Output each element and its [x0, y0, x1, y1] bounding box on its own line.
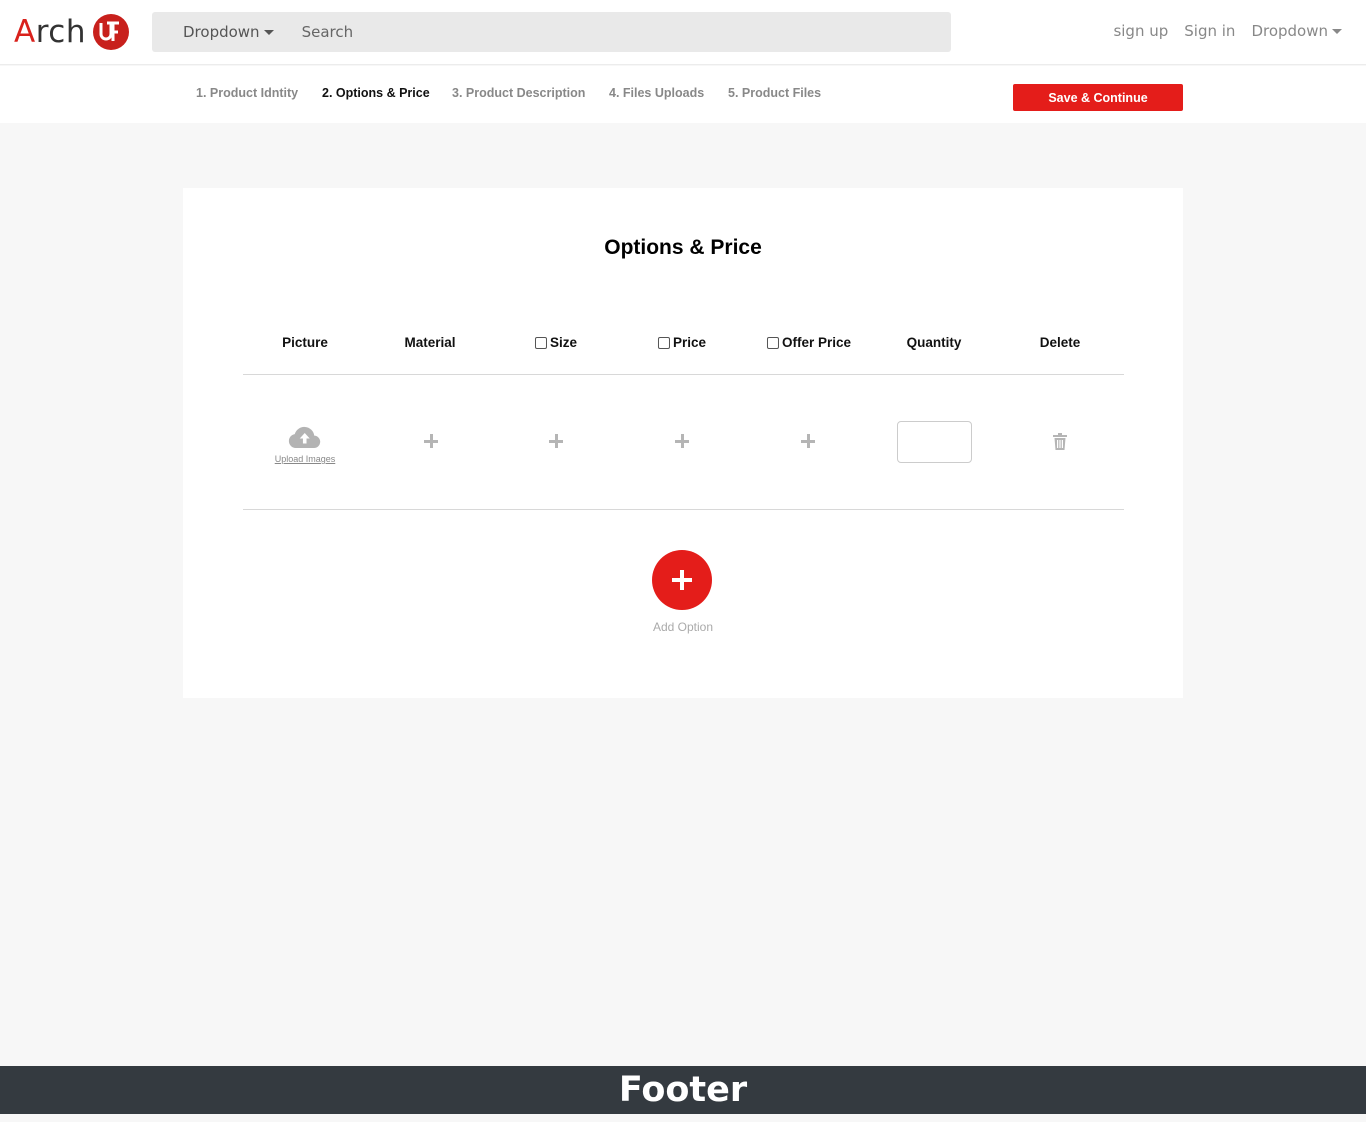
offer-price-checkbox[interactable]	[766, 336, 779, 349]
step-options-price[interactable]: 2. Options & Price	[322, 86, 430, 100]
upload-images-label[interactable]: Upload Images	[275, 454, 336, 464]
table-divider	[243, 374, 1124, 375]
upload-images-button[interactable]: Upload Images	[275, 424, 336, 464]
page-title: Options & Price	[604, 236, 762, 259]
steps-bar: 1. Product Idntity 2. Options & Price 3.…	[0, 66, 1366, 123]
cloud-upload-icon	[289, 426, 321, 449]
quantity-input[interactable]	[897, 421, 972, 463]
logo-text: Arch	[14, 13, 86, 50]
column-header-size[interactable]: Size	[534, 335, 577, 350]
search-dropdown-label: Dropdown	[183, 23, 260, 41]
caret-down-icon	[263, 30, 274, 35]
column-header-offer-price[interactable]: Offer Price	[766, 335, 851, 350]
add-material-plus-icon[interactable]	[421, 431, 441, 451]
price-checkbox[interactable]	[657, 336, 670, 349]
step-product-identity[interactable]: 1. Product Idntity	[196, 86, 298, 100]
trash-icon[interactable]	[1053, 433, 1067, 455]
logo-badge-icon	[92, 14, 129, 50]
search-input[interactable]	[301, 23, 902, 41]
size-checkbox[interactable]	[534, 336, 547, 349]
sign-up-link[interactable]: sign up	[1113, 22, 1168, 40]
options-price-card: Options & Price Picture Material Size Pr…	[183, 188, 1183, 698]
step-product-description[interactable]: 3. Product Description	[452, 86, 585, 100]
column-header-picture: Picture	[282, 335, 328, 350]
table-divider	[243, 509, 1124, 510]
brand-logo[interactable]: Arch	[14, 12, 130, 52]
account-dropdown-label: Dropdown	[1251, 22, 1328, 40]
footer-text: Footer	[618, 1070, 748, 1110]
add-option-button[interactable]	[652, 550, 712, 610]
account-dropdown[interactable]: Dropdown	[1251, 22, 1342, 40]
search-bar: Dropdown	[152, 12, 951, 52]
column-header-material: Material	[404, 335, 456, 350]
add-option-label: Add Option	[652, 620, 714, 634]
caret-down-icon	[1332, 29, 1342, 34]
footer: Footer	[0, 1066, 1366, 1114]
add-size-plus-icon[interactable]	[546, 431, 566, 451]
add-offer-price-plus-icon[interactable]	[798, 431, 818, 451]
step-files-uploads[interactable]: 4. Files Uploads	[609, 86, 704, 100]
top-navbar: Arch Dropdown sign up Sign in Dropdown	[0, 0, 1366, 65]
column-header-price[interactable]: Price	[657, 335, 706, 350]
nav-links: sign up Sign in Dropdown	[1097, 22, 1342, 40]
column-header-quantity: Quantity	[906, 335, 962, 350]
search-category-dropdown[interactable]: Dropdown	[183, 23, 274, 41]
column-header-delete: Delete	[1039, 335, 1081, 350]
add-price-plus-icon[interactable]	[672, 431, 692, 451]
step-product-files[interactable]: 5. Product Files	[728, 86, 821, 100]
sign-in-link[interactable]: Sign in	[1184, 22, 1235, 40]
save-continue-button[interactable]: Save & Continue	[1013, 84, 1183, 111]
